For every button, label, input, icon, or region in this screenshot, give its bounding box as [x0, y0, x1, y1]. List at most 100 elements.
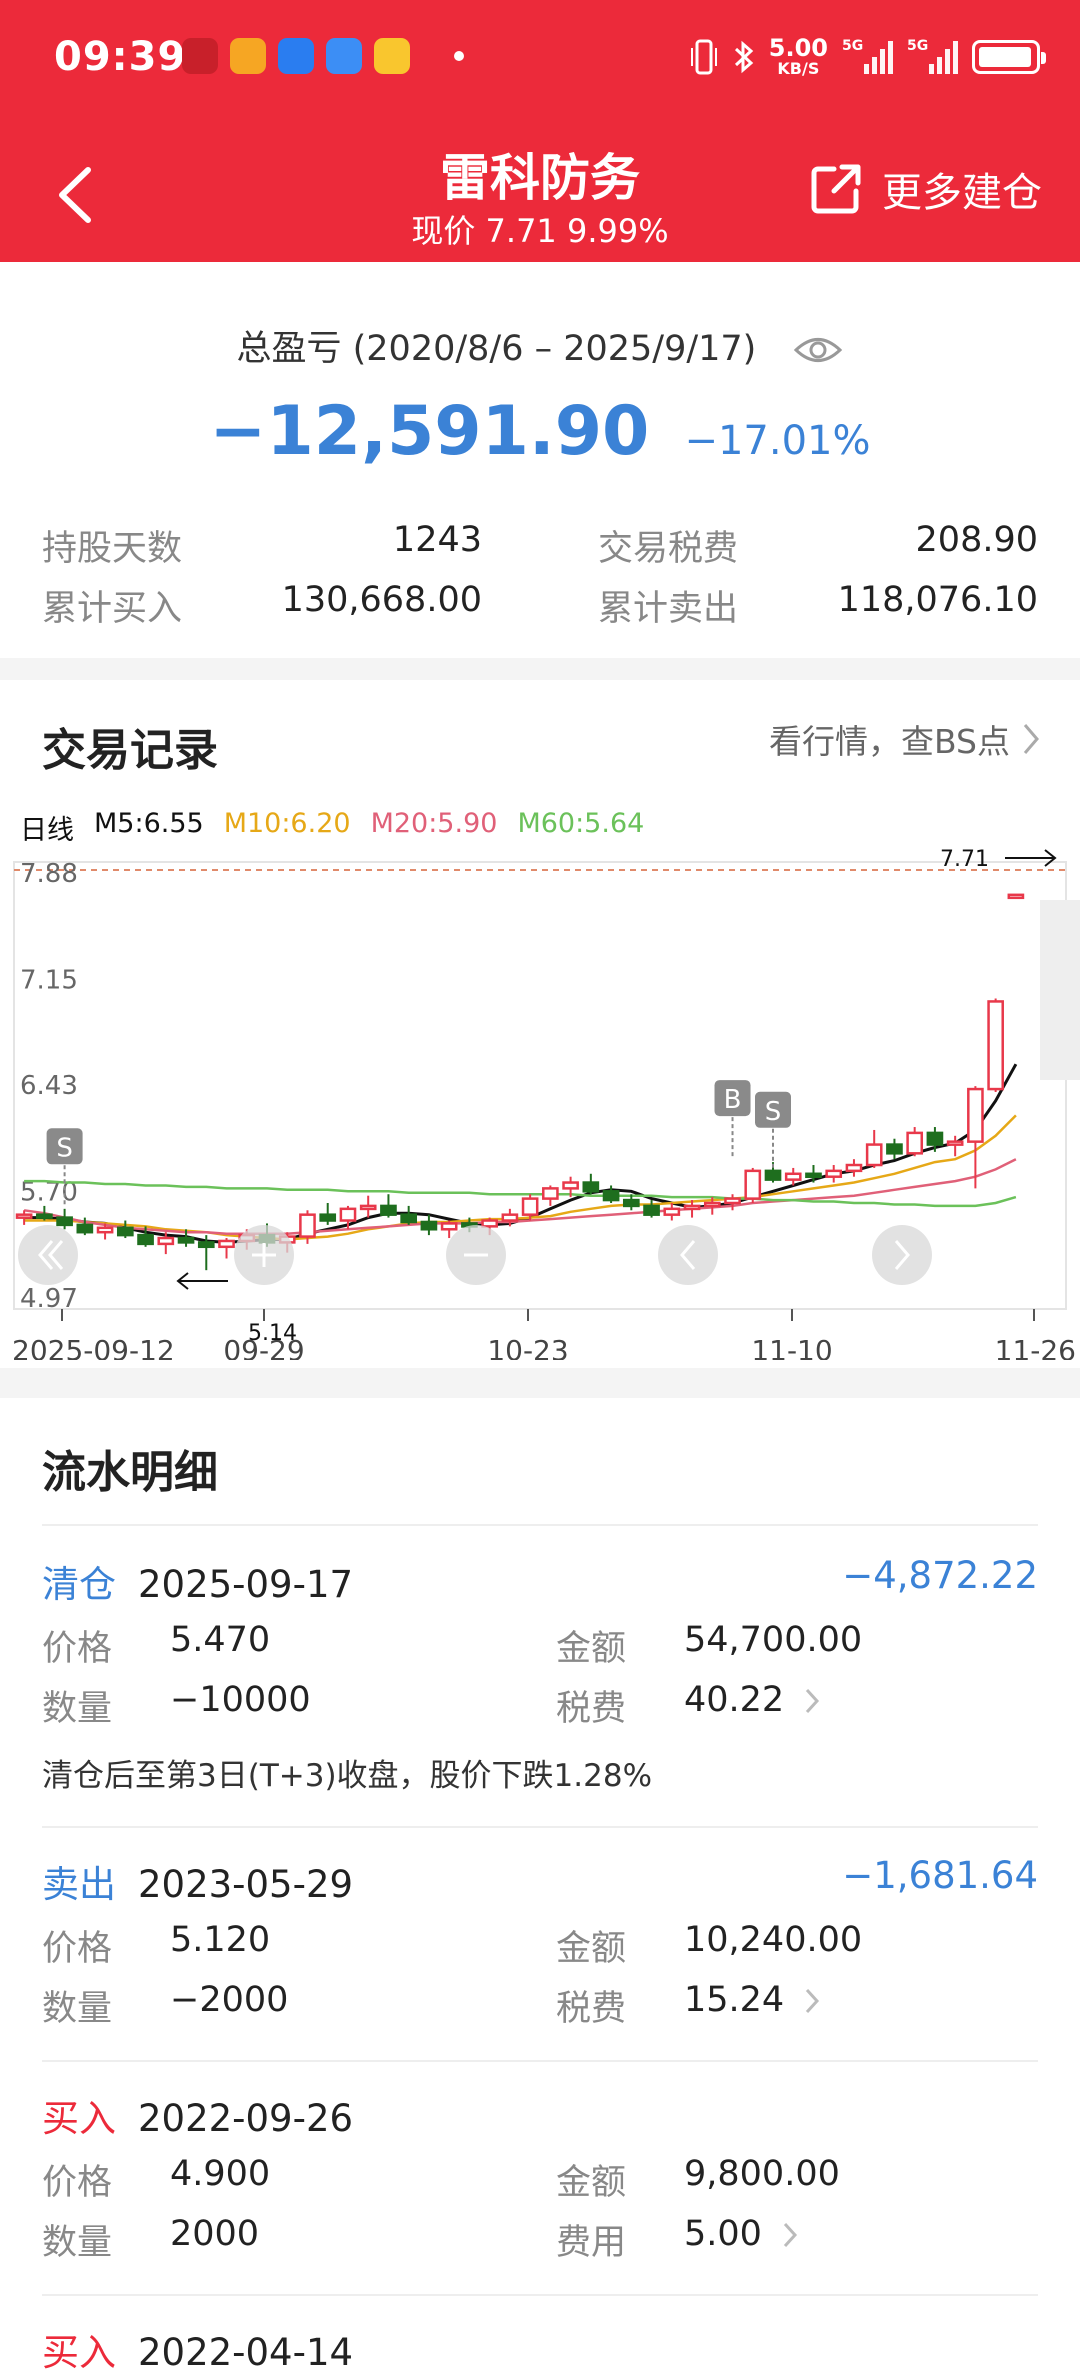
candle-body [805, 1172, 822, 1179]
candle-body [319, 1213, 337, 1222]
more-positions-button[interactable]: 更多建仓 [808, 160, 1042, 218]
candle-body [299, 1213, 316, 1238]
eye-icon[interactable] [793, 333, 843, 367]
stat-total-buy: 累计买入 130,668.00 [42, 580, 482, 629]
app-notification-icon [230, 38, 266, 74]
candle-body [562, 1181, 579, 1190]
summary-label-row: 总盈亏 (2020/8/6 – 2025/9/17) [0, 320, 1080, 371]
candle-body [481, 1219, 498, 1228]
list-divider [42, 2294, 1038, 2296]
candle-body [906, 1131, 924, 1155]
profit-summary: 总盈亏 (2020/8/6 – 2025/9/17) −12,591.90 −1… [0, 262, 1080, 658]
candle-body [926, 1131, 944, 1146]
record-sell[interactable]: 卖出 2023-05-29 −1,681.64 价格 5.120 金额 10,2… [42, 1854, 1038, 2034]
list-divider [42, 2060, 1038, 2062]
notification-icons [182, 38, 464, 74]
candle-body [784, 1172, 802, 1181]
section-divider [0, 1368, 1080, 1398]
candle-body [36, 1213, 53, 1219]
view-market-label: 看行情，查BS点 [768, 722, 1010, 761]
candle-body [582, 1181, 600, 1193]
signal-icon: 5G [842, 38, 893, 74]
candle-body [946, 1140, 964, 1146]
app-header: 09:39 5.00 KB/S 5G 5G 雷科防务 现价 7.71 9.99%… [0, 0, 1080, 262]
record-date: 2025-09-17 [138, 1563, 354, 1606]
last-price-label: 7.71 [940, 847, 989, 872]
candle-body [643, 1204, 660, 1216]
candle-body [683, 1204, 701, 1211]
candle-body [420, 1220, 438, 1231]
candle-body [967, 1087, 984, 1143]
record-pl: −1,681.64 [842, 1854, 1038, 1897]
marker-sell-label: S [56, 1133, 73, 1163]
candlestick-chart[interactable]: 7.887.156.435.704.972025-09-12 09-29 10-23… [0, 840, 1080, 1360]
app-notification-icon [182, 38, 218, 74]
last-price-arrow-icon [1005, 849, 1057, 867]
record-type: 清仓 [42, 1563, 116, 1606]
chevron-right-icon [783, 2222, 798, 2248]
candle-body [440, 1222, 458, 1231]
chevron-right-icon [1023, 724, 1039, 754]
chart-edge-strip [1040, 900, 1080, 1080]
total-pl-percent: −17.01% [684, 418, 871, 464]
candle-body [76, 1223, 94, 1234]
view-market-link[interactable]: 看行情，查BS点 [769, 715, 1042, 763]
x-tick-label: 10-23 [487, 1334, 568, 1360]
stat-hold-days: 持股天数 1243 [42, 520, 482, 569]
app-notification-icon [374, 38, 410, 74]
record-buy[interactable]: 买入 2022-09-26 价格 4.900 金额 9,800.00 数量 20… [42, 2088, 1038, 2268]
candle-body [218, 1239, 235, 1249]
bluetooth-icon [734, 40, 754, 73]
candle-body [400, 1213, 418, 1224]
x-tick-label: 2025-09-12 [12, 1334, 175, 1360]
more-positions-label: 更多建仓 [882, 170, 1042, 216]
y-tick-label: 6.43 [20, 1071, 78, 1101]
signal-icon: 5G [907, 38, 958, 74]
candle-body [501, 1213, 519, 1222]
rewind-button[interactable] [18, 1225, 78, 1285]
record-note: 清仓后至第3日(T+3)收盘，股价下跌1.28% [42, 1758, 653, 1794]
ma-line-m20 [23, 1158, 1017, 1235]
x-tick-label: 11-26 [995, 1334, 1076, 1360]
scroll-right-button[interactable] [872, 1225, 932, 1285]
min-price-label: 5.14 [248, 1321, 297, 1346]
candle-body [663, 1207, 681, 1216]
scroll-left-button[interactable] [658, 1225, 718, 1285]
chevron-right-icon [806, 1988, 820, 2014]
candle-body [137, 1233, 154, 1246]
vibrate-icon [690, 39, 717, 74]
x-tick-label: 11-10 [751, 1334, 832, 1360]
y-tick-label: 7.88 [20, 859, 78, 889]
record-type: 买入 [42, 2331, 116, 2374]
phone-notification-icon [278, 38, 314, 74]
candle-body [724, 1197, 741, 1205]
candle-body [56, 1216, 73, 1227]
candle-body [339, 1207, 357, 1222]
candle-body [177, 1236, 195, 1244]
candle-body [15, 1213, 33, 1219]
record-type: 卖出 [42, 1863, 116, 1906]
y-tick-label: 4.97 [20, 1284, 78, 1314]
candle-body [1007, 893, 1025, 900]
details-title: 流水明细 [42, 1447, 218, 1498]
record-date: 2022-09-26 [138, 2097, 354, 2140]
status-right: 5.00 KB/S 5G 5G [689, 36, 1046, 77]
candle-body [116, 1226, 134, 1237]
record-pl: −4,872.22 [842, 1554, 1038, 1597]
battery-icon [972, 39, 1046, 74]
candle-body [96, 1226, 114, 1234]
candle-body [521, 1197, 539, 1216]
candle-body [703, 1201, 721, 1208]
record-buy[interactable]: 买入 2022-04-14 [42, 2322, 1038, 2376]
record-liquidation[interactable]: 清仓 2025-09-17 −4,872.22 价格 5.470 金额 54,7… [42, 1554, 1038, 1814]
stat-total-sell: 累计卖出 118,076.10 [598, 580, 1038, 629]
candle-body [197, 1241, 215, 1249]
candle-body [359, 1204, 377, 1211]
candle-body [886, 1143, 903, 1155]
record-date: 2022-04-14 [138, 2331, 354, 2374]
total-pl-value: −12,591.90 [209, 392, 650, 471]
candle-body [380, 1204, 397, 1216]
total-pl-label: 总盈亏 (2020/8/6 – 2025/9/17) [236, 329, 757, 369]
app-notification-icon [326, 38, 362, 74]
candle-body [845, 1163, 863, 1173]
